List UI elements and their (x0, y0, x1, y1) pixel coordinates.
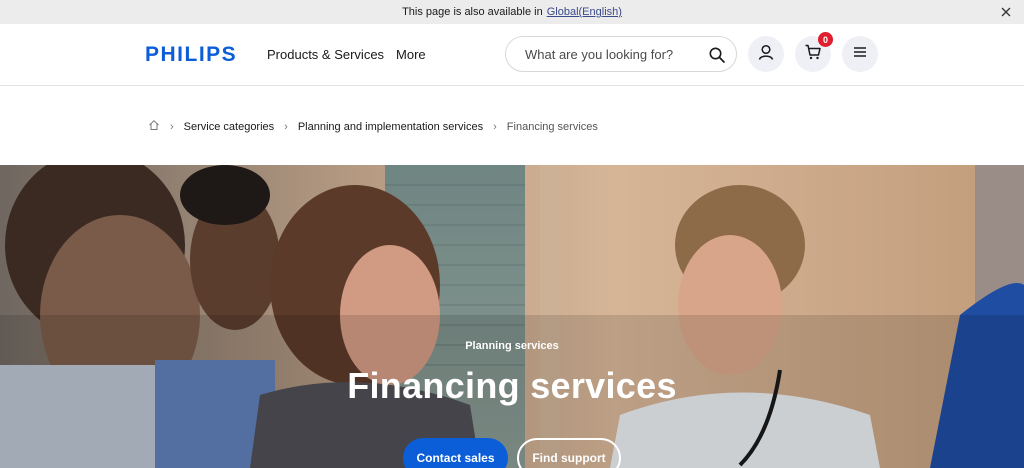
cart-icon (804, 43, 822, 66)
notice-text: This page is also available in (402, 6, 543, 18)
hero-banner: Planning services Financing services Con… (0, 165, 1024, 468)
search-input[interactable] (525, 46, 695, 62)
breadcrumb: › Service categories › Planning and impl… (148, 119, 598, 134)
hamburger-menu-icon (852, 45, 868, 63)
breadcrumb-separator-icon: › (170, 120, 174, 133)
breadcrumb-separator-icon: › (284, 120, 288, 133)
contact-sales-button[interactable]: Contact sales (403, 438, 508, 468)
hero-background-image (0, 165, 1024, 468)
close-icon[interactable] (998, 4, 1014, 20)
hero-eyebrow: Planning services (465, 340, 559, 352)
breadcrumb-service-categories[interactable]: Service categories (184, 121, 275, 133)
philips-logo[interactable]: PHILIPS (145, 43, 237, 67)
global-english-link[interactable]: Global(English) (547, 6, 622, 18)
cart-button[interactable]: 0 (795, 32, 833, 72)
find-support-button[interactable]: Find support (517, 438, 621, 468)
language-notice-bar: This page is also available in Global(En… (0, 0, 1024, 24)
cart-count-badge: 0 (818, 32, 833, 47)
menu-button[interactable] (842, 36, 878, 72)
search-box (505, 36, 737, 72)
account-button[interactable] (748, 36, 784, 72)
main-nav: Products & Services More (267, 47, 426, 62)
nav-more[interactable]: More (396, 47, 426, 62)
nav-products-services[interactable]: Products & Services (267, 47, 384, 62)
site-header: PHILIPS Products & Services More 0 (0, 24, 1024, 86)
search-icon[interactable] (708, 46, 726, 64)
user-icon (757, 43, 775, 66)
breadcrumb-planning-implementation[interactable]: Planning and implementation services (298, 121, 483, 133)
hero-title: Financing services (347, 365, 677, 406)
breadcrumb-separator-icon: › (493, 120, 497, 133)
home-icon[interactable] (148, 119, 160, 134)
breadcrumb-current: Financing services (506, 120, 598, 133)
